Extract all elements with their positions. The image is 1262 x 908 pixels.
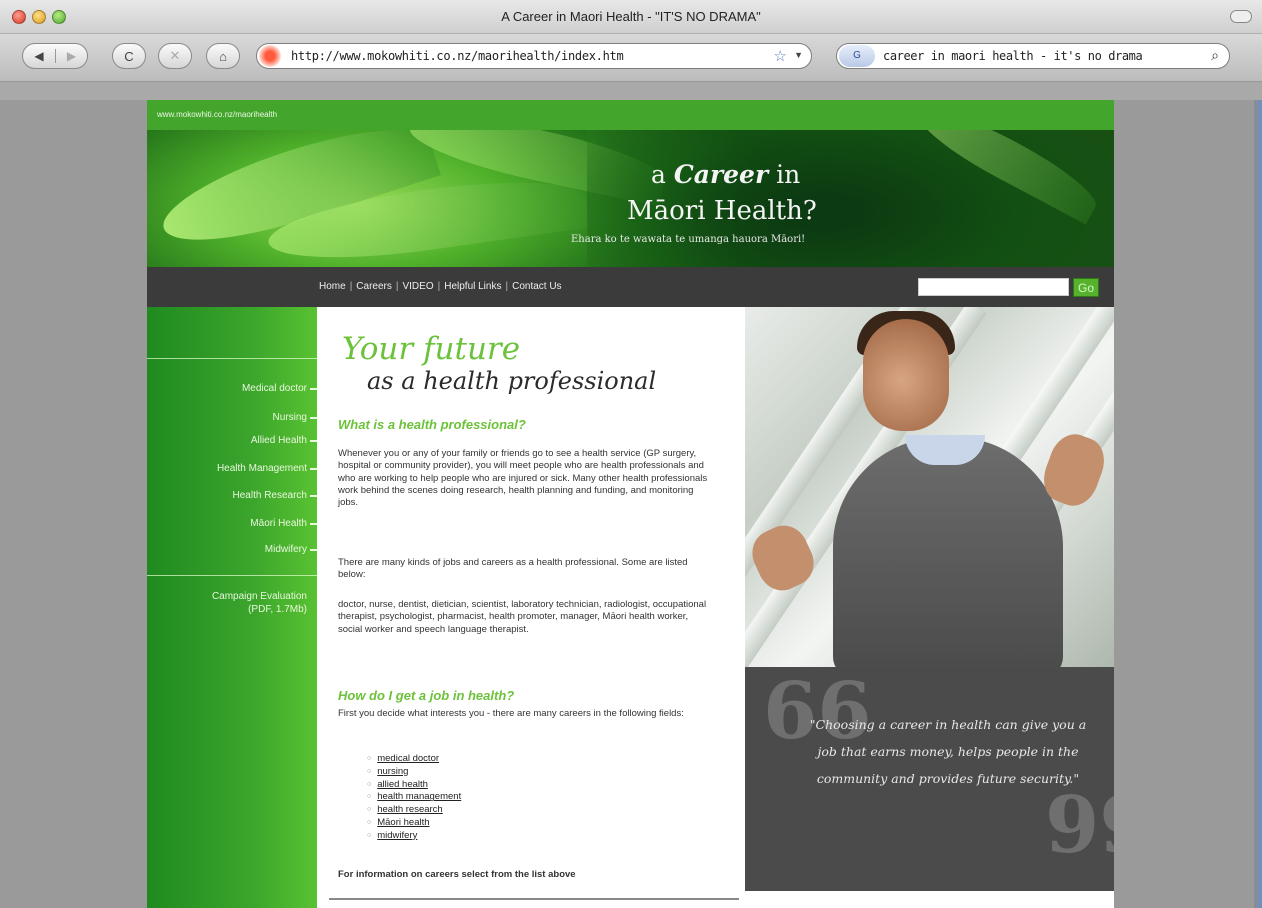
window-title: A Career in Maori Health - "IT'S NO DRAM… — [501, 9, 761, 24]
dash-icon — [310, 467, 317, 470]
campaign-evaluation-link[interactable]: Campaign Evaluation (PDF, 1.7Mb) — [212, 590, 307, 616]
address-bar-url[interactable]: http://www.mokowhiti.co.nz/maorihealth/i… — [291, 49, 624, 63]
nav-separator: | — [395, 281, 399, 292]
list-item: health research — [367, 804, 461, 817]
page-top-strip: www.mokowhiti.co.nz/maorihealth — [147, 100, 1114, 130]
close-quote-icon: 99 — [1045, 780, 1114, 871]
nav-helpful-links[interactable]: Helpful Links — [444, 281, 501, 292]
career-sidebar: Medical doctor Nursing Allied Health Hea… — [147, 307, 317, 908]
sidebar-divider — [147, 575, 317, 576]
sidebar-item-health-management[interactable]: Health Management — [217, 463, 317, 474]
paragraph-health-professional: Whenever you or any of your family or fr… — [338, 448, 708, 509]
reload-icon: C — [124, 48, 134, 64]
stop-icon: ✕ — [169, 48, 181, 63]
nav-video[interactable]: VIDEO — [402, 281, 433, 292]
testimonial-quote: 66 "Choosing a career in health can give… — [745, 667, 1114, 891]
nav-links: Home | Careers | VIDEO | Helpful Links |… — [319, 281, 562, 292]
career-link-medical-doctor[interactable]: medical doctor — [377, 753, 439, 766]
bookmarks-bar — [0, 82, 1262, 100]
site-nav: Home | Careers | VIDEO | Helpful Links |… — [147, 267, 1114, 307]
career-link-nursing[interactable]: nursing — [377, 766, 408, 779]
person-sweater — [833, 437, 1063, 667]
nav-home[interactable]: Home — [319, 281, 346, 292]
search-icon[interactable]: ⌕ — [1211, 47, 1219, 64]
page-title: Your future — [342, 331, 521, 367]
sidebar-item-health-research[interactable]: Health Research — [233, 490, 317, 501]
address-bar[interactable]: http://www.mokowhiti.co.nz/maorihealth/i… — [256, 43, 812, 69]
list-item: Māori health — [367, 817, 461, 830]
search-bar[interactable]: G career in maori health - it's no drama… — [836, 43, 1230, 69]
person-face — [863, 319, 949, 431]
dash-icon — [310, 494, 317, 497]
nav-separator: | — [505, 281, 509, 292]
dash-icon — [310, 387, 317, 390]
browser-toolbar: ◀ ▶ C ✕ ⌂ http://www.mokowhiti.co.nz/mao… — [0, 34, 1262, 82]
list-item: medical doctor — [367, 753, 461, 766]
dash-icon — [310, 439, 317, 442]
sidebar-item-midwifery[interactable]: Midwifery — [265, 544, 317, 555]
paragraph-fields-intro: First you decide what interests you - th… — [338, 708, 684, 719]
sidebar-divider — [147, 358, 317, 359]
banner-title-line1: a Career in — [651, 160, 801, 189]
page-subtitle: as a health professional — [367, 367, 657, 395]
window-titlebar: A Career in Maori Health - "IT'S NO DRAM… — [0, 0, 1262, 34]
header-banner: a Career in Māori Health? Ehara ko te wa… — [147, 130, 1114, 267]
dash-icon — [310, 522, 317, 525]
banner-subtitle: Ehara ko te wawata te umanga hauora Māor… — [571, 234, 806, 245]
dash-icon — [310, 416, 317, 419]
career-link-midwifery[interactable]: midwifery — [377, 830, 417, 843]
sidebar-item-allied-health[interactable]: Allied Health — [251, 435, 317, 446]
home-icon: ⌂ — [219, 48, 227, 64]
back-forward-buttons: ◀ ▶ — [22, 43, 88, 69]
nav-contact-us[interactable]: Contact Us — [512, 281, 561, 292]
career-link-health-research[interactable]: health research — [377, 804, 442, 817]
career-link-allied-health[interactable]: allied health — [377, 779, 428, 792]
career-link-maori-health[interactable]: Māori health — [377, 817, 429, 830]
nav-separator: | — [437, 281, 441, 292]
nav-separator: | — [349, 281, 353, 292]
hero-photo — [745, 307, 1114, 667]
section-heading-how: How do I get a job in health? — [338, 688, 515, 703]
list-item: allied health — [367, 779, 461, 792]
content-divider — [329, 898, 739, 900]
nav-careers[interactable]: Careers — [356, 281, 392, 292]
careers-note: For information on careers select from t… — [338, 869, 576, 880]
careers-list: medical doctor nursing allied health hea… — [367, 753, 461, 843]
window-scrollbar[interactable] — [1254, 100, 1262, 908]
search-engine-icon[interactable]: G — [839, 45, 875, 67]
reload-button[interactable]: C — [112, 43, 146, 69]
list-item: nursing — [367, 766, 461, 779]
sidebar-item-nursing[interactable]: Nursing — [273, 412, 317, 423]
paragraph-kinds-of-jobs: There are many kinds of jobs and careers… — [338, 557, 688, 581]
toolbar-toggle-button[interactable] — [1230, 10, 1252, 23]
sidebar-item-maori-health[interactable]: Māori Health — [250, 518, 317, 529]
search-input[interactable]: career in maori health - it's no drama — [883, 49, 1143, 63]
dash-icon — [310, 548, 317, 551]
main-content: Your future as a health professional Wha… — [317, 307, 745, 908]
list-item: health management — [367, 791, 461, 804]
list-item: midwifery — [367, 830, 461, 843]
home-button[interactable]: ⌂ — [206, 43, 240, 69]
forward-button[interactable]: ▶ — [54, 49, 87, 63]
site-search-go-button[interactable]: Go — [1073, 278, 1099, 297]
back-button[interactable]: ◀ — [23, 49, 55, 63]
bookmark-star-icon[interactable]: ☆ — [774, 47, 787, 65]
site-url-label: www.mokowhiti.co.nz/maorihealth — [157, 110, 278, 119]
career-link-health-management[interactable]: health management — [377, 791, 461, 804]
site-search-input[interactable] — [918, 278, 1069, 296]
paragraph-job-list: doctor, nurse, dentist, dietician, scien… — [338, 599, 707, 635]
banner-title-line2: Māori Health? — [627, 196, 817, 226]
sidebar-item-medical-doctor[interactable]: Medical doctor — [242, 383, 317, 394]
site-favicon-icon — [259, 45, 281, 67]
stop-button[interactable]: ✕ — [158, 43, 192, 69]
address-dropdown-icon[interactable]: ▼ — [794, 50, 803, 60]
section-heading-what: What is a health professional? — [338, 417, 526, 432]
web-page: www.mokowhiti.co.nz/maorihealth a Career… — [147, 100, 1114, 908]
